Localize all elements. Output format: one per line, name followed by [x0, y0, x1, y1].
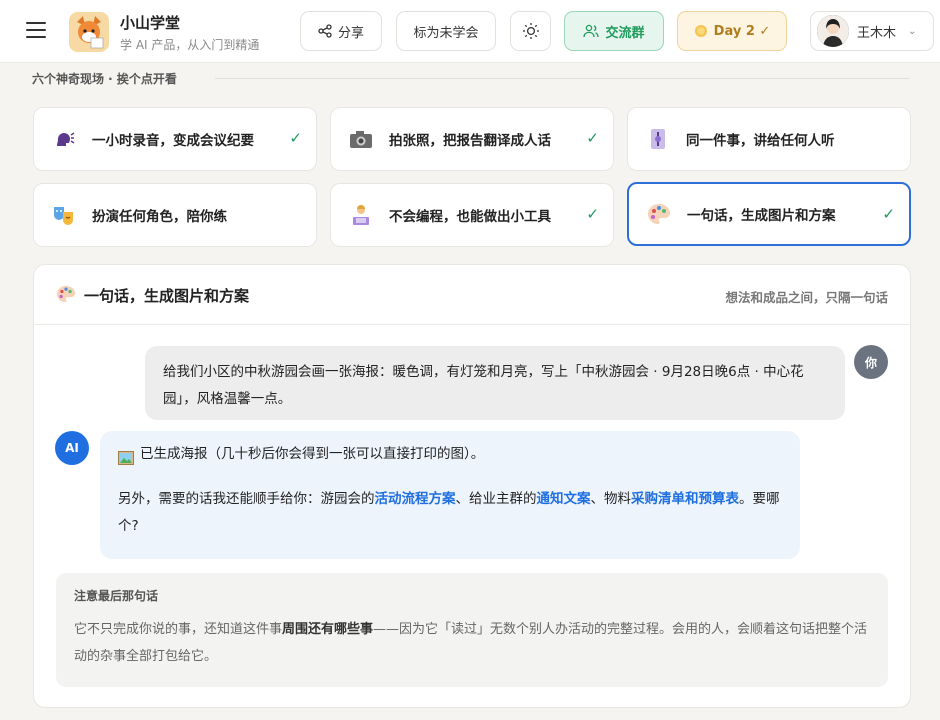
palette-icon — [647, 202, 671, 226]
user-message-bubble: 给我们小区的中秋游园会画一张海报：暖色调，有灯笼和月亮，写上「中秋游园会 · 9… — [145, 346, 845, 420]
theme-toggle-button[interactable] — [510, 11, 551, 51]
ai-text: 另外，需要的话我还能顺手给你：游园会的 — [118, 491, 375, 507]
top-bar: 小山学堂 学 AI 产品，从入门到精通 分享 标为未学会 交流群 Day 2 ✓… — [0, 0, 940, 63]
user-badge: 你 — [854, 345, 888, 379]
section-divider — [215, 78, 910, 79]
card-label: 拍张照，把报告翻译成人话 — [389, 133, 551, 149]
chevron-down-icon: ⌄ — [908, 25, 917, 37]
note-body: 它不只完成你说的事，还知道这件事周围还有哪些事——因为它「读过」无数个别人办活动… — [74, 616, 870, 670]
share-icon — [318, 24, 332, 38]
link-notice-copy[interactable]: 通知文案 — [537, 491, 591, 507]
users-icon — [583, 24, 600, 38]
share-label: 分享 — [337, 25, 364, 41]
panel-header: 一句话，生成图片和方案 想法和成品之间，只隔一句话 — [34, 265, 910, 325]
link-purchase-budget[interactable]: 采购清单和预算表 — [631, 491, 739, 507]
mark-unlearned-label: 标为未学会 — [413, 25, 479, 41]
community-group-button[interactable]: 交流群 — [564, 11, 664, 51]
sun-icon — [522, 23, 539, 39]
note-box: 注意最后那句话 它不只完成你说的事，还知道这件事周围还有哪些事——因为它「读过」… — [56, 573, 888, 687]
card-label: 一句话，生成图片和方案 — [687, 208, 836, 224]
scenario-card-role-play[interactable]: 扮演任何角色，陪你练 — [33, 183, 317, 247]
camera-icon — [349, 127, 373, 151]
scenario-card-photo-translate[interactable]: 拍张照，把报告翻译成人话 ✓ — [330, 107, 614, 171]
brand-logo — [69, 12, 109, 52]
user-menu-button[interactable]: 王木木 ⌄ — [810, 11, 934, 51]
brand-subtitle: 学 AI 产品，从入门到精通 — [120, 38, 260, 52]
card-label: 同一件事，讲给任何人听 — [686, 133, 835, 149]
ai-text: 、物料 — [590, 491, 632, 507]
scenario-card-no-code-tool[interactable]: 不会编程，也能做出小工具 ✓ — [330, 183, 614, 247]
note-title: 注意最后那句话 — [74, 589, 159, 603]
palette-icon — [56, 285, 76, 305]
card-label: 不会编程，也能做出小工具 — [389, 209, 551, 225]
share-button[interactable]: 分享 — [300, 11, 382, 51]
card-label: 一小时录音，变成会议纪要 — [92, 133, 254, 149]
user-avatar — [817, 15, 849, 47]
framed-picture-icon — [118, 448, 134, 465]
day-progress-label: Day 2 ✓ — [713, 23, 771, 39]
note-text: 它不只完成你说的事，还知道这件事 — [74, 622, 283, 637]
scroll-icon — [646, 127, 670, 151]
scenario-detail-panel: 一句话，生成图片和方案 想法和成品之间，只隔一句话 给我们小区的中秋游园会画一张… — [33, 264, 911, 708]
mark-unlearned-button[interactable]: 标为未学会 — [396, 11, 496, 51]
ai-line-1: 已生成海报（几十秒后你会得到一张可以直接打印的图）。 — [140, 446, 485, 462]
ai-message-bubble: 已生成海报（几十秒后你会得到一张可以直接打印的图）。 另外，需要的话我还能顺手给… — [100, 431, 800, 559]
scenario-card-meeting-notes[interactable]: 一小时录音，变成会议纪要 ✓ — [33, 107, 317, 171]
check-icon: ✓ — [586, 205, 599, 223]
theater-masks-icon — [52, 203, 76, 227]
day-progress-button[interactable]: Day 2 ✓ — [677, 11, 787, 51]
user-name: 王木木 — [857, 25, 897, 41]
panel-title: 一句话，生成图片和方案 — [84, 287, 250, 305]
section-label: 六个神奇现场 · 挨个点开看 — [32, 72, 177, 86]
ai-badge: AI — [55, 431, 89, 465]
coin-icon — [694, 25, 707, 37]
community-group-label: 交流群 — [605, 25, 645, 41]
scenario-card-image-and-plan[interactable]: 一句话，生成图片和方案 ✓ — [627, 182, 911, 246]
link-activity-plan[interactable]: 活动流程方案 — [375, 491, 456, 507]
speaking-head-icon — [52, 127, 76, 151]
note-emphasis: 周围还有哪些事 — [282, 622, 374, 637]
scenario-card-explain-anyone[interactable]: 同一件事，讲给任何人听 — [627, 107, 911, 171]
brand-title: 小山学堂 — [120, 14, 181, 32]
check-icon: ✓ — [289, 129, 302, 147]
ai-line-2: 另外，需要的话我还能顺手给你：游园会的活动流程方案、给业主群的通知文案、物料采购… — [118, 486, 782, 540]
hamburger-menu-icon[interactable] — [26, 22, 46, 40]
technologist-icon — [349, 203, 373, 227]
card-label: 扮演任何角色，陪你练 — [92, 209, 227, 225]
check-icon: ✓ — [882, 205, 895, 223]
ai-text: 、给业主群的 — [455, 491, 537, 507]
check-icon: ✓ — [586, 129, 599, 147]
panel-tagline: 想法和成品之间，只隔一句话 — [725, 290, 888, 305]
